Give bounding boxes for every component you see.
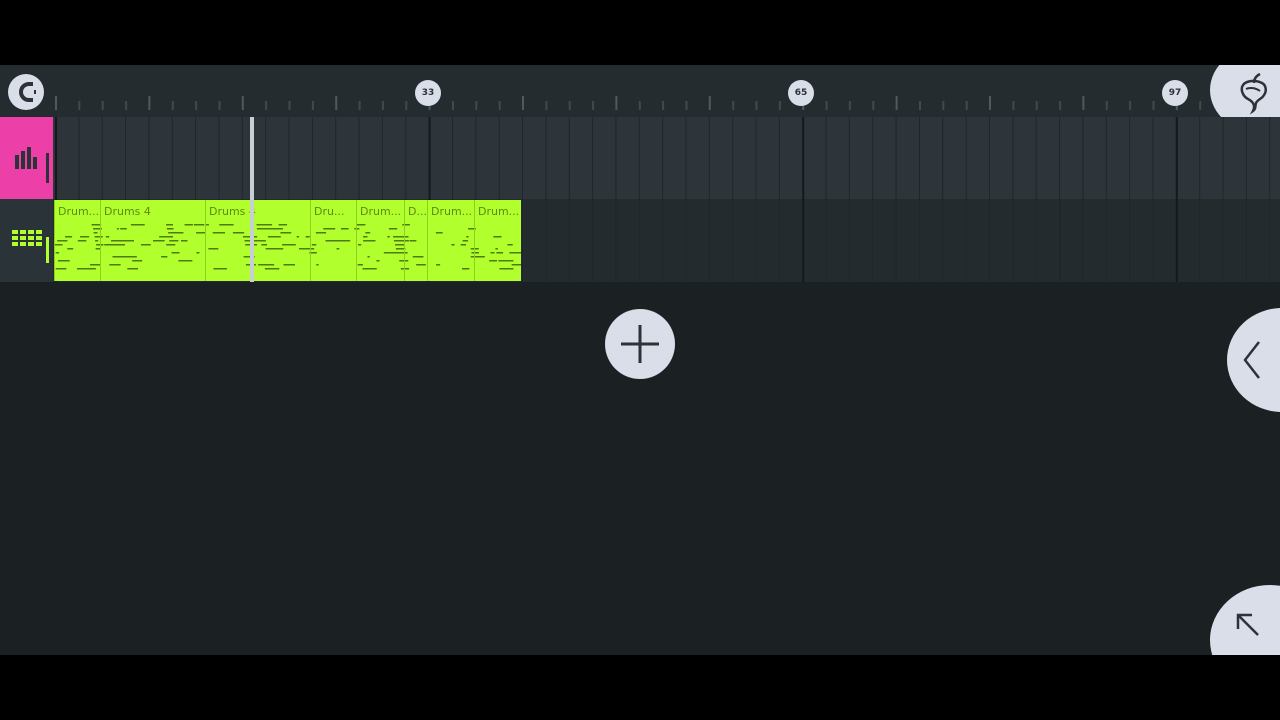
ruler-tick [638, 101, 641, 110]
ruler-tick [685, 101, 688, 110]
ruler-tick [778, 101, 781, 110]
ruler-tick [125, 101, 128, 110]
ruler-tick [101, 101, 104, 110]
ruler-tick [498, 101, 501, 110]
expand-button[interactable] [1210, 585, 1280, 655]
ruler-tick [171, 101, 174, 110]
ruler-tick [55, 96, 57, 110]
clip-label: Drum... [58, 205, 100, 218]
ruler-tick [825, 101, 828, 110]
ruler-tick [335, 96, 338, 110]
ruler-tick [452, 101, 454, 110]
pattern-clip[interactable]: D... [404, 200, 427, 281]
ruler-tick [288, 101, 291, 110]
magnet-icon [19, 82, 36, 102]
add-track-button[interactable] [605, 309, 675, 379]
ruler-tick [662, 101, 665, 110]
ruler-tick [732, 101, 735, 110]
fl-studio-logo-icon [1240, 73, 1267, 115]
ruler-tick [475, 101, 478, 110]
ruler-tick [848, 101, 851, 110]
ruler-tick [1129, 101, 1132, 110]
clip-label: Dru... [314, 205, 345, 218]
timeline-ruler[interactable]: 33 65 97 [0, 65, 1280, 135]
pattern-clip[interactable]: Drum... [356, 200, 404, 281]
ruler-tick [965, 101, 968, 110]
clip-label: Drums 4 [104, 205, 151, 218]
ruler-tick [1059, 101, 1062, 110]
playlist-track-area[interactable]: Drum... Drums 4 Drums 4 Dru... Drum... D… [53, 117, 1280, 282]
playhead[interactable] [250, 117, 254, 282]
bar-marker-65[interactable]: 65 [788, 80, 814, 106]
ruler-tick [919, 101, 921, 110]
ruler-tick [545, 101, 548, 110]
ruler-ticks [55, 96, 1202, 110]
ruler-tick [989, 96, 991, 110]
pattern-clip[interactable]: Drums 4 [205, 200, 310, 281]
pattern-clip-group[interactable]: Drum... Drums 4 Drums 4 Dru... Drum... D… [54, 200, 521, 281]
pattern-clip[interactable]: Drums 4 [100, 200, 205, 281]
ruler-tick [1199, 101, 1202, 110]
ruler-tick [568, 101, 571, 110]
clip-label: Drum... [478, 205, 520, 218]
ruler-tick [405, 101, 408, 110]
pattern-clip[interactable]: Drum... [427, 200, 474, 281]
pattern-clip[interactable]: Dru... [310, 200, 356, 281]
clip-label: D... [408, 205, 427, 218]
side-panel-toggle-button[interactable] [1227, 308, 1280, 412]
ruler-tick [381, 101, 384, 110]
plus-icon [621, 325, 659, 363]
ruler-tick [872, 101, 875, 110]
ruler-tick [895, 96, 898, 110]
clip-label: Drum... [431, 205, 473, 218]
ruler-tick [78, 101, 81, 110]
bar-marker-97[interactable]: 97 [1162, 80, 1188, 106]
ruler-tick [195, 101, 198, 110]
ruler-tick [1082, 96, 1085, 110]
ruler-tick [708, 96, 711, 110]
channel-rack-icon [12, 230, 49, 263]
clip-label: Drum... [360, 205, 402, 218]
ruler-tick [755, 101, 758, 110]
ruler-tick [942, 101, 945, 110]
ruler-tick [358, 101, 361, 110]
ruler-tick [1035, 101, 1038, 110]
chevron-left-icon [1243, 341, 1260, 379]
snap-button[interactable] [8, 74, 44, 110]
playlist-view: 33 65 97 Drum... Drums 4 Drums 4 Dru... … [0, 65, 1280, 655]
pattern-clip[interactable]: Drum... [54, 200, 100, 281]
bar-marker-33[interactable]: 33 [415, 80, 441, 106]
track-header-mixer[interactable] [0, 117, 53, 199]
ruler-tick [615, 96, 618, 110]
clip-label: Drums 4 [209, 205, 256, 218]
ruler-tick [1152, 101, 1155, 110]
ruler-tick [1012, 101, 1015, 110]
track-headers [0, 117, 53, 282]
track-lane-1[interactable] [53, 117, 1280, 199]
ruler-tick [311, 101, 314, 110]
ruler-tick [522, 96, 524, 110]
mixer-icon [15, 147, 49, 183]
ruler-tick [265, 101, 268, 110]
track-header-channel-rack[interactable] [0, 199, 53, 282]
ruler-tick [1105, 101, 1108, 110]
ruler-tick [592, 101, 595, 110]
arrow-up-left-icon [1236, 613, 1259, 636]
ruler-tick [241, 96, 244, 110]
ruler-tick [218, 101, 221, 110]
pattern-clip[interactable]: Drum... [474, 200, 521, 281]
ruler-tick [148, 96, 151, 110]
